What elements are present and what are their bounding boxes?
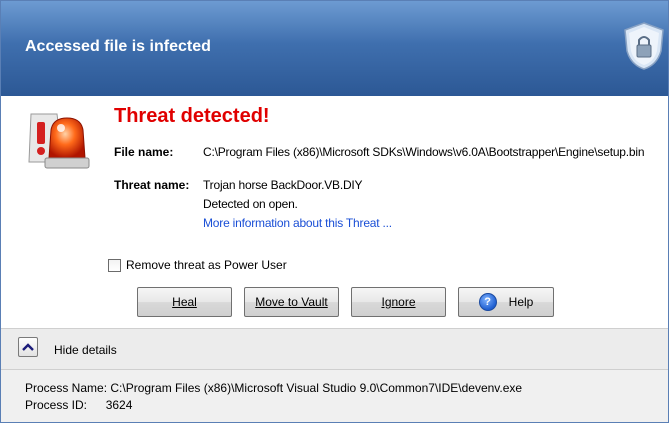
remove-as-power-user[interactable]: Remove threat as Power User bbox=[108, 258, 287, 272]
help-button[interactable]: ? Help bbox=[458, 287, 554, 317]
heal-button[interactable]: Heal bbox=[137, 287, 232, 317]
process-id-value: 3624 bbox=[105, 398, 133, 412]
process-id-row: Process ID: 3624 bbox=[25, 398, 132, 412]
process-name-row: Process Name: C:\Program Files (x86)\Mic… bbox=[25, 381, 522, 395]
chevron-up-icon bbox=[22, 343, 34, 351]
dialog-title: Accessed file is infected bbox=[25, 38, 211, 55]
threat-dialog: Accessed file is infected Threat detecte… bbox=[0, 0, 669, 423]
alarm-icon bbox=[28, 113, 90, 169]
threat-heading: Threat detected! bbox=[114, 105, 270, 127]
title-bar: Accessed file is infected bbox=[1, 1, 668, 96]
process-info: Process Name: C:\Program Files (x86)\Mic… bbox=[1, 370, 668, 422]
details-bar: Hide details bbox=[1, 328, 668, 370]
vault-label: Move to Vault bbox=[255, 295, 328, 309]
hide-details-label[interactable]: Hide details bbox=[54, 343, 117, 357]
help-icon: ? bbox=[478, 293, 497, 311]
more-info-link[interactable]: More information about this Threat ... bbox=[203, 216, 392, 230]
collapse-details-button[interactable] bbox=[18, 337, 38, 357]
process-id-label: Process ID: bbox=[25, 398, 88, 412]
detected-text: Detected on open. bbox=[203, 197, 298, 211]
power-user-label: Remove threat as Power User bbox=[126, 258, 287, 272]
process-name-value: C:\Program Files (x86)\Microsoft Visual … bbox=[110, 381, 523, 395]
help-label: Help bbox=[508, 295, 534, 309]
shield-icon bbox=[624, 22, 664, 70]
threat-name-label: Threat name: bbox=[114, 178, 190, 192]
file-name-value: C:\Program Files (x86)\Microsoft SDKs\Wi… bbox=[203, 145, 645, 159]
file-name-label: File name: bbox=[114, 145, 174, 159]
heal-label: Heal bbox=[172, 295, 197, 309]
process-name-label: Process Name: bbox=[25, 381, 108, 395]
move-to-vault-button[interactable]: Move to Vault bbox=[244, 287, 339, 317]
threat-name-value: Trojan horse BackDoor.VB.DIY bbox=[203, 178, 363, 192]
power-user-checkbox[interactable] bbox=[108, 258, 121, 272]
ignore-label: Ignore bbox=[381, 295, 416, 309]
ignore-button[interactable]: Ignore bbox=[351, 287, 446, 317]
